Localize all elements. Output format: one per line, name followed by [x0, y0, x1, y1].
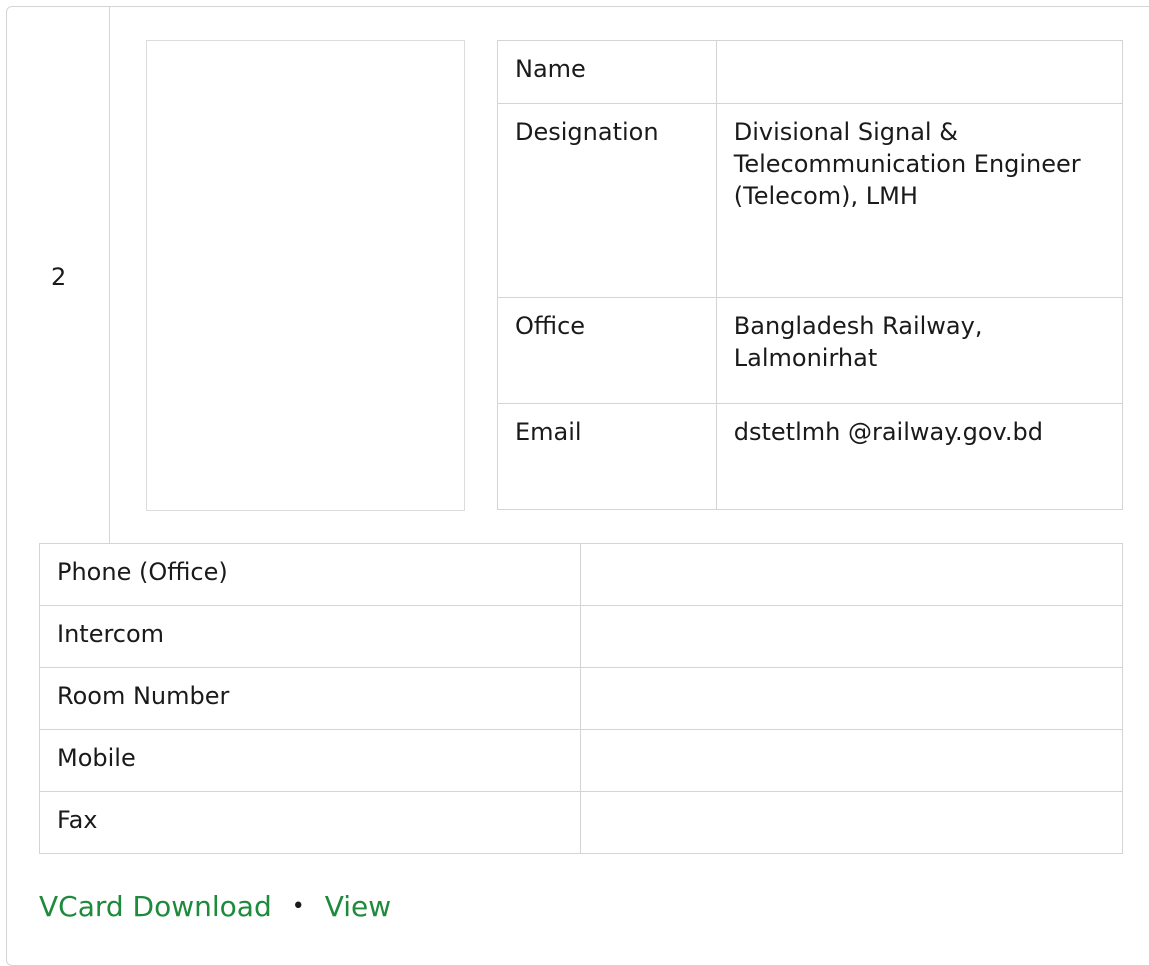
designation-label: Designation	[497, 103, 717, 298]
contact-table: Phone (Office) Intercom Room Number Mobi…	[39, 543, 1124, 854]
office-label: Office	[497, 297, 717, 404]
intercom-label: Intercom	[39, 605, 581, 668]
table-row: Office Bangladesh Railway, Lalmonirhat	[497, 297, 1124, 404]
serial-number: 2	[51, 263, 67, 291]
link-separator: •	[291, 894, 305, 919]
room-number-label: Room Number	[39, 667, 581, 730]
table-row: Mobile	[39, 729, 1124, 792]
designation-value: Divisional Signal & Telecommunication En…	[715, 103, 1124, 298]
table-row: Email dstetlmh @railway.gov.bd	[497, 403, 1124, 510]
name-value	[715, 40, 1124, 104]
table-row: Designation Divisional Signal & Telecomm…	[497, 103, 1124, 298]
fax-value	[579, 791, 1124, 854]
vcard-download-link[interactable]: VCard Download	[39, 889, 272, 925]
name-label: Name	[497, 40, 717, 104]
phone-office-label: Phone (Office)	[39, 543, 581, 606]
table-row: Name	[497, 40, 1124, 104]
employee-info-table: Name Designation Divisional Signal & Tel…	[497, 40, 1124, 510]
view-link[interactable]: View	[325, 889, 391, 925]
table-row: Phone (Office)	[39, 543, 1124, 606]
mobile-value	[579, 729, 1124, 792]
card-links: VCard Download • View	[39, 889, 391, 925]
serial-cell: 2	[7, 7, 110, 543]
email-label: Email	[497, 403, 717, 510]
employee-card: 2 Name Designation Divisional Signal & T…	[6, 6, 1149, 966]
table-row: Room Number	[39, 667, 1124, 730]
fax-label: Fax	[39, 791, 581, 854]
phone-office-value	[579, 543, 1124, 606]
mobile-label: Mobile	[39, 729, 581, 792]
table-row: Fax	[39, 791, 1124, 854]
table-row: Intercom	[39, 605, 1124, 668]
intercom-value	[579, 605, 1124, 668]
office-value: Bangladesh Railway, Lalmonirhat	[715, 297, 1124, 404]
email-value: dstetlmh @railway.gov.bd	[715, 403, 1124, 510]
employee-photo	[146, 40, 465, 511]
room-number-value	[579, 667, 1124, 730]
